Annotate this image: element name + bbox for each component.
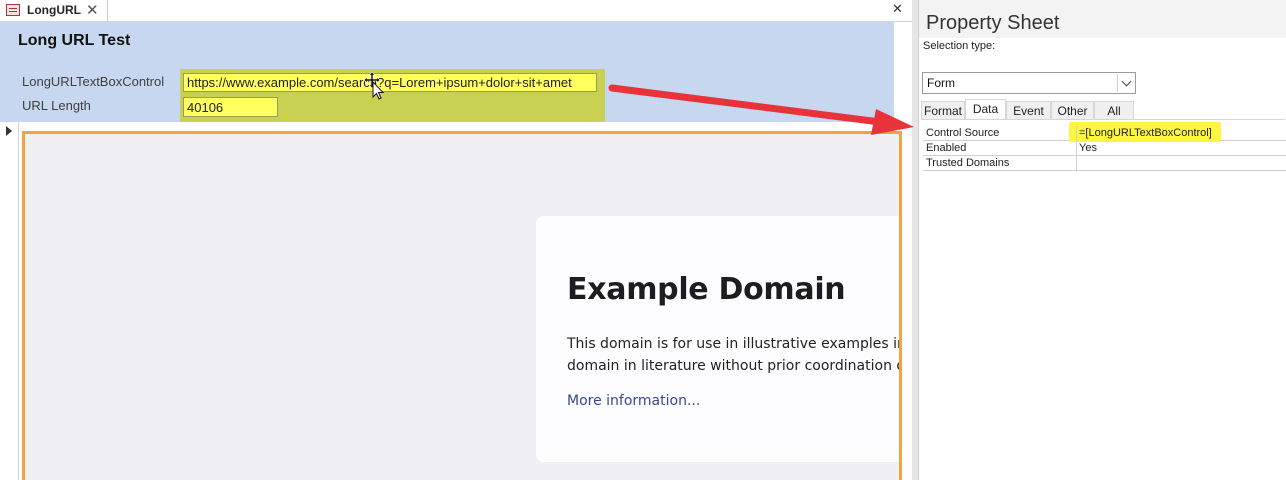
column-divider [1076, 156, 1077, 171]
column-divider [1076, 141, 1077, 156]
property-sheet-title: Property Sheet [926, 12, 1060, 34]
property-row-enabled[interactable]: Enabled Yes [923, 141, 1286, 156]
property-name: Trusted Domains [926, 157, 1010, 169]
property-sheet-header: Property Sheet [919, 0, 1286, 38]
url-length-textbox[interactable] [183, 97, 278, 117]
close-icon[interactable]: ✕ [86, 0, 99, 20]
move-cursor-icon [364, 72, 385, 100]
dropdown-button[interactable] [1117, 74, 1134, 92]
property-row-control-source[interactable]: Control Source =[LongURLTextBoxControl] [923, 122, 1286, 142]
property-value[interactable]: =[LongURLTextBoxControl] [1079, 127, 1212, 139]
tab-format[interactable]: Format [921, 101, 965, 120]
property-row-trusted-domains[interactable]: Trusted Domains [923, 156, 1286, 171]
property-value[interactable]: Yes [1079, 142, 1097, 154]
chevron-down-icon [1121, 76, 1132, 87]
record-selector-arrow-icon [6, 126, 12, 136]
property-sheet: Property Sheet Selection type: Form Form… [918, 0, 1286, 480]
object-selector-value: Form [927, 76, 955, 90]
tab-all[interactable]: All [1094, 101, 1134, 120]
form-header: Long URL Test LongURLTextBoxControl URL … [0, 22, 894, 122]
tab-data[interactable]: Data [965, 99, 1006, 120]
property-name: Control Source [926, 127, 1000, 139]
object-selector[interactable]: Form [922, 72, 1136, 94]
property-name: Enabled [926, 142, 967, 154]
url-textbox[interactable] [183, 73, 597, 92]
document-tab-bar: LongURL ✕ ✕ [0, 0, 912, 22]
tab-event[interactable]: Event [1006, 101, 1051, 120]
close-icon[interactable]: ✕ [892, 1, 903, 19]
example-domain-card: Example Domain This domain is for use in… [536, 216, 899, 462]
url-textbox-label: LongURLTextBoxControl [22, 74, 165, 89]
page-paragraph-line2: domain in literature without prior coord… [567, 358, 899, 374]
more-information-link[interactable]: More information... [567, 393, 700, 409]
form-title: Long URL Test [18, 32, 131, 49]
record-selector[interactable] [0, 122, 19, 480]
tab-divider [921, 119, 1285, 120]
tab-other[interactable]: Other [1051, 101, 1094, 120]
form-view: LongURL ✕ ✕ Long URL Test LongURLTextBox… [0, 0, 912, 480]
web-browser-control[interactable]: Example Domain This domain is for use in… [22, 131, 902, 480]
document-tab-longurl[interactable]: LongURL ✕ [0, 0, 108, 21]
document-tab-label: LongURL [27, 3, 81, 17]
page-paragraph-line1: This domain is for use in illustrative e… [567, 336, 899, 352]
column-divider [1076, 126, 1077, 141]
page-heading: Example Domain [567, 272, 846, 307]
form-icon [6, 4, 20, 16]
url-length-label: URL Length [22, 98, 91, 113]
selection-type-label: Selection type: [923, 40, 996, 52]
